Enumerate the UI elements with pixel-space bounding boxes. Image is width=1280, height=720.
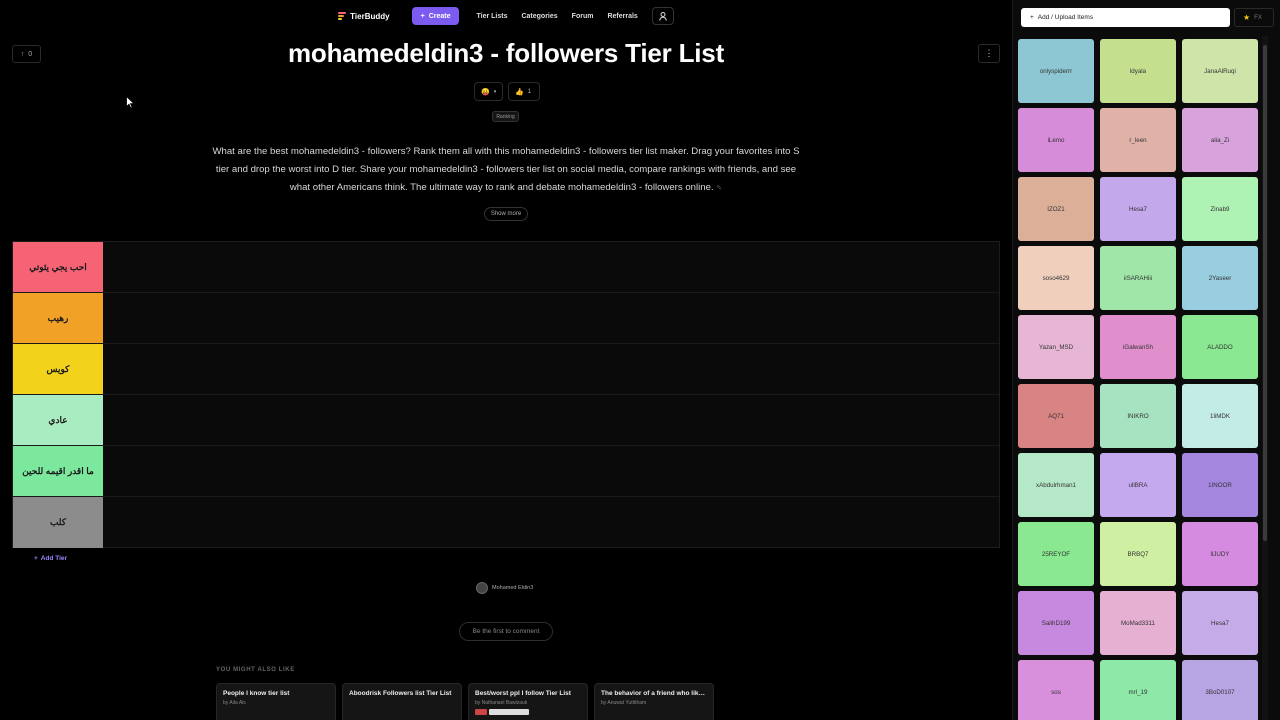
tier-item-card[interactable]: JanaAlRuqi [1182,39,1258,103]
tier-row: عادي [13,395,999,446]
tier-label[interactable]: كلب [13,497,103,548]
tier-row: احب يجي يثوتي [13,242,999,293]
tier-item-card[interactable]: 2Yaseer [1182,246,1258,310]
tier-row: رهيب [13,293,999,344]
tier-drop-zone[interactable] [103,344,999,394]
tier-item-card[interactable]: IZOZ1 [1018,177,1094,241]
tier-item-card[interactable]: 3BoD0107 [1182,660,1258,720]
upload-items-button[interactable]: + Add / Upload Items [1021,8,1230,27]
tier-item-card[interactable]: Hesa7 [1182,591,1258,655]
logo-icon [338,11,347,21]
tier-item-card[interactable]: 1liMDK [1182,384,1258,448]
related-card[interactable]: People I know tier list by Aila Als [216,683,336,720]
user-menu-button[interactable] [651,7,674,25]
avatar [476,582,488,594]
tier-drop-zone[interactable] [103,395,999,445]
item-grid: onlyspiderrr ldyala JanaAlRuqi iLemo r_leen a… [1018,39,1258,720]
fx-button[interactable]: ★ FX [1234,8,1274,27]
card-author: by Aila Als [223,700,246,706]
related-card[interactable]: Aboodrisk Followers list Tier List [342,683,462,720]
tier-label[interactable]: عادي [13,395,103,445]
tier-drop-zone[interactable] [103,446,999,496]
tier-label[interactable]: كويس [13,344,103,394]
edit-icon[interactable]: ✎ [716,185,722,192]
like-count: 1 [527,88,532,95]
nav-categories[interactable]: Categories [521,13,557,20]
thumbs-up-icon: 👍 [515,88,524,96]
add-tier-button[interactable]: + Add Tier [34,555,67,562]
tier-drop-zone[interactable] [103,293,999,343]
tier-item-card[interactable]: iGalwanSh [1100,315,1176,379]
tier-item-card[interactable]: AQ71 [1018,384,1094,448]
tier-table: احب يجي يثوتي رهيب كويس عادي ما اقدر اقي… [12,241,1000,548]
tier-label[interactable]: ما اقدر اقيمه للحين [13,446,103,496]
create-button[interactable]: + Create [411,7,460,25]
related-card[interactable]: The behavior of a friend who likes to f.… [594,683,714,720]
tier-item-card[interactable]: INIKRO [1100,384,1176,448]
emoji-react-button[interactable]: 😛 ▾ [474,82,503,101]
tier-item-card[interactable]: SalihD199 [1018,591,1094,655]
plus-icon: + [1030,14,1034,21]
tier-row: ما اقدر اقيمه للحين [13,446,999,497]
card-title: The behavior of a friend who likes to f.… [601,690,707,697]
comment-button[interactable]: Be the first to comment [459,622,553,641]
tier-label[interactable]: رهيب [13,293,103,343]
tier-drop-zone[interactable] [103,497,999,548]
tier-item-card[interactable]: 25REYOF [1018,522,1094,586]
section-heading: YOU MIGHT ALSO LIKE [216,667,295,673]
tier-item-card[interactable]: iiSARAHiii [1100,246,1176,310]
related-lists: People I know tier list by Aila Als Aboo… [216,683,714,720]
tier-item-card[interactable]: llJUDY [1182,522,1258,586]
tier-item-card[interactable]: 1INOOR [1182,453,1258,517]
tier-drop-zone[interactable] [103,242,999,292]
category-tag[interactable]: Ranking [492,111,519,122]
tier-item-card[interactable]: Hesa7 [1100,177,1176,241]
emoji-icon: 😛 [481,88,490,96]
tier-item-card[interactable]: ldyala [1100,39,1176,103]
related-card[interactable]: Best/worst ppl I follow Tier List by Nat… [468,683,588,720]
tier-item-card[interactable]: ALADDO [1182,315,1258,379]
tier-item-card[interactable]: onlyspiderrr [1018,39,1094,103]
chevron-down-icon: ▾ [493,88,497,95]
star-icon: ★ [1243,13,1251,22]
description: What are the best mohamedeldin3 - follow… [212,146,800,193]
creator-info[interactable]: Mohamed Eldin3 [476,582,533,594]
plus-icon: + [34,555,38,562]
tier-row: كويس [13,344,999,395]
nav-referrals[interactable]: Referrals [607,13,637,20]
tier-item-card[interactable]: BRBQ7 [1100,522,1176,586]
tier-item-card[interactable]: Yazan_MSD [1018,315,1094,379]
card-title: People I know tier list [223,690,290,697]
tier-item-card[interactable]: sos [1018,660,1094,720]
plus-icon: + [420,12,425,20]
tier-item-card[interactable]: alia_Zi [1182,108,1258,172]
tier-item-card[interactable]: Zinab9 [1182,177,1258,241]
card-title: Best/worst ppl I follow Tier List [475,690,571,697]
tier-item-card[interactable]: mrl_19 [1100,660,1176,720]
card-author: by Nathanael Bawizauk [475,700,528,706]
logo-text: TierBuddy [350,11,390,21]
like-button[interactable]: 👍 1 [508,82,540,101]
tier-row: كلب [13,497,999,548]
card-title: Aboodrisk Followers list Tier List [349,690,452,697]
user-icon [659,11,667,21]
tier-label[interactable]: احب يجي يثوتي [13,242,103,292]
tier-item-card[interactable]: xAbdulrhman1 [1018,453,1094,517]
card-author: by Anuwat Yuttitham [601,700,647,706]
card-thumbnail [475,709,581,715]
items-panel: + Add / Upload Items ★ FX onlyspiderrr ld… [1012,0,1280,720]
nav-forum[interactable]: Forum [572,13,594,20]
nav-tier-lists[interactable]: Tier Lists [476,13,507,20]
tier-item-card[interactable]: ullBRA [1100,453,1176,517]
logo[interactable]: TierBuddy [338,11,390,21]
tier-item-card[interactable]: iLemo [1018,108,1094,172]
tier-item-card[interactable]: r_leen [1100,108,1176,172]
show-more-button[interactable]: Show more [484,207,528,221]
creator-name: Mohamed Eldin3 [492,585,534,591]
page-title: mohamedeldin3 - followers Tier List [287,38,725,68]
top-nav: TierBuddy + Create Tier Lists Categories… [0,0,1012,32]
tier-item-card[interactable]: soso4629 [1018,246,1094,310]
tier-item-card[interactable]: MoMad3311 [1100,591,1176,655]
scrollbar-thumb[interactable] [1263,45,1267,541]
